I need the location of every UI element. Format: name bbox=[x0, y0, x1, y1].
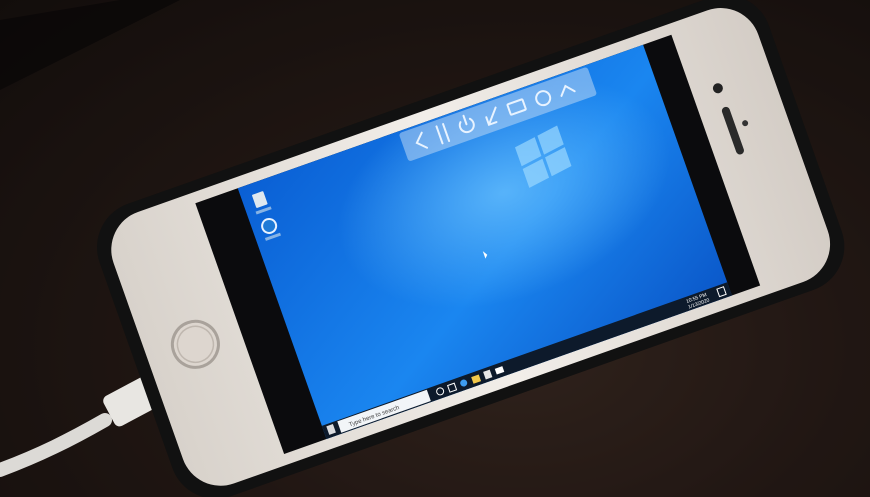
photo: Type here to search 10:55 PM 1/13/2020 bbox=[0, 0, 870, 497]
